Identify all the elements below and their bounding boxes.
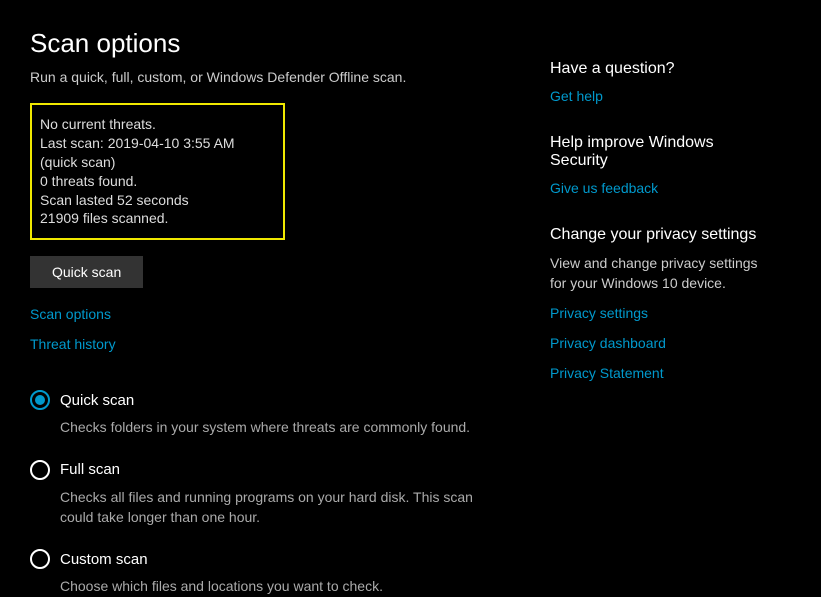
feedback-link[interactable]: Give us feedback	[550, 180, 770, 196]
radio-custom-scan-row[interactable]: Custom scan	[30, 549, 550, 569]
scan-options-link[interactable]: Scan options	[30, 306, 550, 322]
radio-label: Full scan	[60, 461, 120, 478]
scan-status-box: No current threats. Last scan: 2019-04-1…	[30, 103, 285, 240]
main-content: Scan options Run a quick, full, custom, …	[0, 0, 550, 563]
sidebar-heading: Have a question?	[550, 60, 770, 78]
radio-quick-scan-row[interactable]: Quick scan	[30, 390, 550, 410]
radio-desc: Choose which files and locations you wan…	[60, 577, 490, 597]
sidebar-heading: Change your privacy settings	[550, 226, 770, 244]
status-threats-found: 0 threats found.	[40, 172, 273, 191]
radio-quick-scan: Quick scan Checks folders in your system…	[30, 390, 550, 438]
privacy-statement-link[interactable]: Privacy Statement	[550, 365, 770, 381]
radio-full-scan-row[interactable]: Full scan	[30, 460, 550, 480]
sidebar-privacy: Change your privacy settings View and ch…	[550, 226, 770, 381]
radio-label: Custom scan	[60, 551, 148, 568]
radio-custom-scan: Custom scan Choose which files and locat…	[30, 549, 550, 597]
status-files-scanned: 21909 files scanned.	[40, 209, 273, 228]
radio-label: Quick scan	[60, 392, 134, 409]
radio-desc: Checks folders in your system where thre…	[60, 418, 490, 438]
threat-history-link[interactable]: Threat history	[30, 336, 550, 352]
page-title: Scan options	[30, 28, 550, 59]
radio-icon	[30, 460, 50, 480]
radio-icon	[30, 390, 50, 410]
radio-icon	[30, 549, 50, 569]
status-duration: Scan lasted 52 seconds	[40, 191, 273, 210]
get-help-link[interactable]: Get help	[550, 88, 770, 104]
privacy-dashboard-link[interactable]: Privacy dashboard	[550, 335, 770, 351]
quick-scan-button[interactable]: Quick scan	[30, 256, 143, 288]
sidebar-heading: Help improve Windows Security	[550, 134, 770, 170]
sidebar-improve: Help improve Windows Security Give us fe…	[550, 134, 770, 196]
page-subtitle: Run a quick, full, custom, or Windows De…	[30, 69, 550, 85]
privacy-settings-link[interactable]: Privacy settings	[550, 305, 770, 321]
radio-full-scan: Full scan Checks all files and running p…	[30, 460, 550, 527]
scan-type-options: Quick scan Checks folders in your system…	[30, 390, 550, 596]
sidebar: Have a question? Get help Help improve W…	[550, 0, 790, 563]
status-no-threats: No current threats.	[40, 115, 273, 134]
radio-desc: Checks all files and running programs on…	[60, 488, 490, 527]
sidebar-question: Have a question? Get help	[550, 60, 770, 104]
status-last-scan: Last scan: 2019-04-10 3:55 AM (quick sca…	[40, 134, 273, 172]
sidebar-text: View and change privacy settings for you…	[550, 254, 770, 293]
